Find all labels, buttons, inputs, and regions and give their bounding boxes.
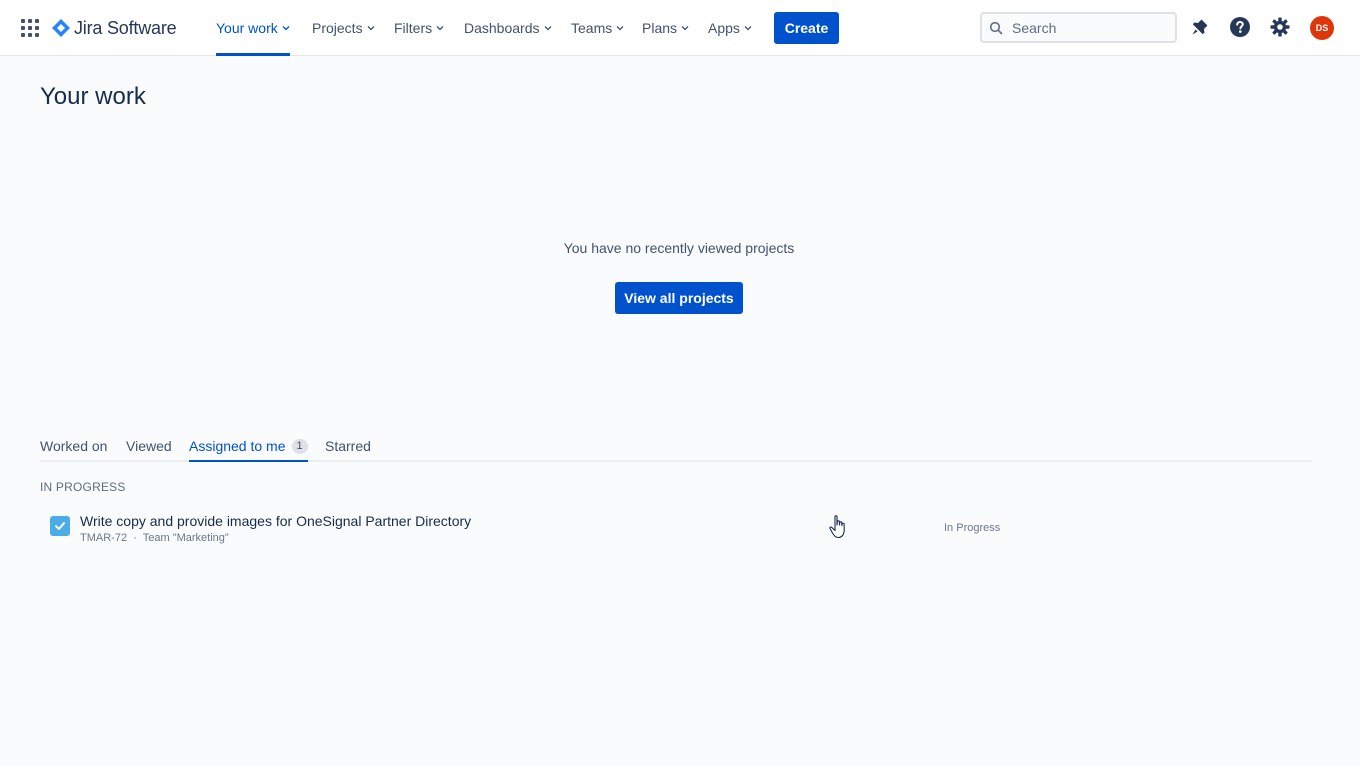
tab-viewed-label: Viewed: [126, 438, 172, 454]
nav-apps[interactable]: Apps: [708, 0, 752, 56]
nav-dashboards[interactable]: Dashboards: [464, 0, 552, 56]
tab-count-badge: 1: [291, 439, 308, 454]
search-icon: [989, 21, 1003, 34]
nav-apps-label: Apps: [708, 20, 740, 36]
help-icon[interactable]: [1229, 16, 1251, 38]
settings-icon[interactable]: [1269, 16, 1291, 38]
search-input[interactable]: [1010, 18, 1164, 37]
tab-assigned-to-me[interactable]: Assigned to me 1: [189, 432, 308, 462]
user-avatar[interactable]: DS: [1310, 16, 1334, 40]
chevron-down-icon: [681, 26, 689, 31]
nav-projects[interactable]: Projects: [312, 0, 375, 56]
nav-plans-label: Plans: [642, 20, 678, 36]
notifications-icon[interactable]: [1189, 16, 1211, 38]
tab-starred[interactable]: Starred: [325, 432, 371, 460]
issue-row[interactable]: Write copy and provide images for OneSig…: [40, 508, 1040, 548]
tab-assigned-to-me-label: Assigned to me: [189, 438, 286, 454]
app-switcher-icon[interactable]: [21, 19, 39, 37]
chevron-down-icon: [744, 26, 752, 31]
chevron-down-icon: [616, 26, 624, 31]
nav-dashboards-label: Dashboards: [464, 20, 540, 36]
issue-team: Team "Marketing": [142, 532, 229, 544]
issue-meta: TMAR-72 · Team "Marketing": [80, 532, 229, 544]
chevron-down-icon: [436, 26, 444, 31]
top-navigation: Jira Software Your work Projects Filters…: [0, 0, 1360, 56]
jira-logo[interactable]: Jira Software: [52, 17, 177, 39]
nav-projects-label: Projects: [312, 20, 363, 36]
empty-projects-message: You have no recently viewed projects: [563, 240, 795, 256]
nav-teams[interactable]: Teams: [571, 0, 624, 56]
search-field[interactable]: [980, 12, 1177, 43]
view-all-projects-button[interactable]: View all projects: [615, 282, 743, 314]
tab-starred-label: Starred: [325, 438, 371, 454]
nav-filters-label: Filters: [394, 20, 433, 36]
meta-separator: ·: [133, 532, 137, 544]
chevron-down-icon: [367, 26, 375, 31]
issue-title: Write copy and provide images for OneSig…: [80, 513, 472, 529]
tab-viewed[interactable]: Viewed: [126, 432, 172, 460]
create-button[interactable]: Create: [774, 12, 839, 44]
hand-cursor-icon: [829, 515, 845, 539]
section-label: IN PROGRESS: [40, 480, 126, 494]
chevron-down-icon: [282, 26, 290, 31]
task-icon: [50, 516, 70, 536]
jira-logo-icon: [52, 19, 70, 37]
tab-worked-on-label: Worked on: [40, 438, 108, 454]
tab-worked-on[interactable]: Worked on: [40, 432, 107, 460]
product-name: Jira Software: [74, 17, 177, 38]
nav-plans[interactable]: Plans: [642, 0, 689, 56]
page-title: Your work: [40, 83, 146, 110]
nav-teams-label: Teams: [571, 20, 613, 36]
nav-your-work[interactable]: Your work: [216, 0, 290, 56]
issue-key: TMAR-72: [80, 532, 128, 544]
nav-filters[interactable]: Filters: [394, 0, 444, 56]
chevron-down-icon: [544, 26, 551, 31]
work-tabs: Worked on Viewed Assigned to me 1 Starre…: [40, 432, 1312, 462]
nav-your-work-label: Your work: [216, 20, 278, 36]
issue-status: In Progress: [944, 522, 1001, 534]
